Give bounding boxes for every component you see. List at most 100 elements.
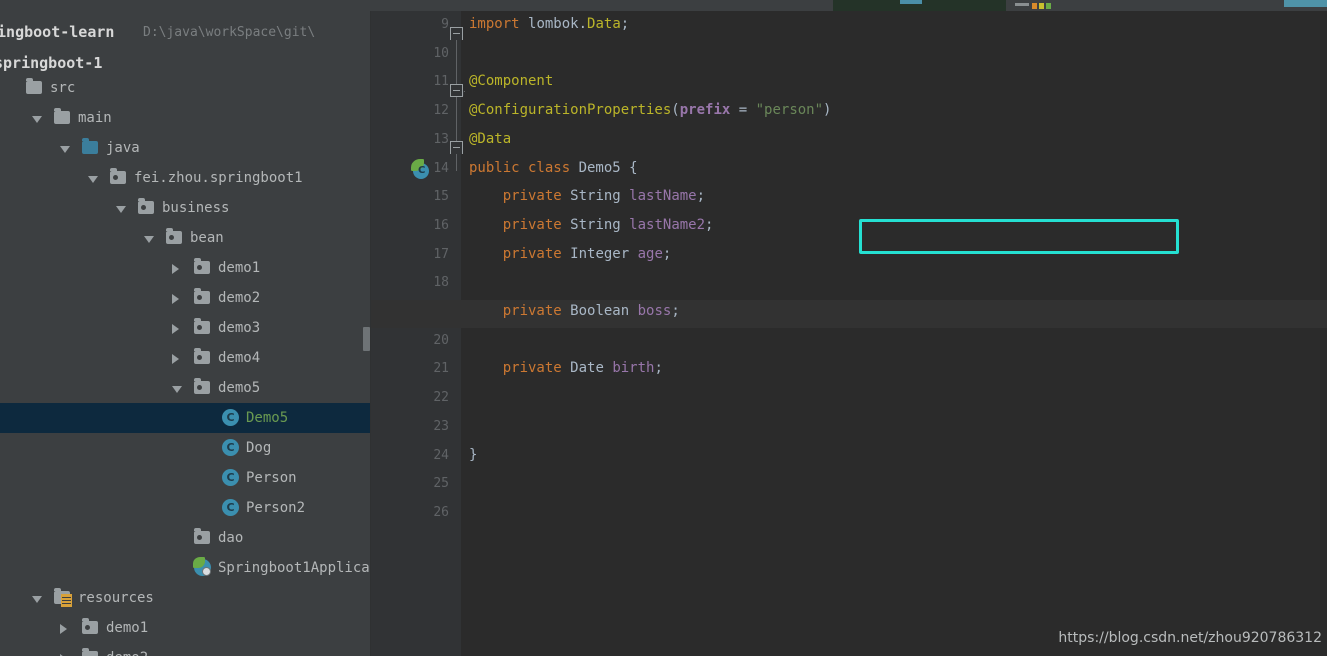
chevron-down-icon[interactable]	[32, 596, 42, 603]
chevron-down-icon[interactable]	[88, 176, 98, 183]
tree-item-label: bean	[190, 230, 224, 246]
code-token: ;	[654, 360, 663, 377]
line-number: 16	[433, 217, 449, 233]
spring-bean-gutter-icon[interactable]	[411, 159, 429, 179]
chevron-down-icon[interactable]	[32, 116, 42, 123]
code-token: Date	[570, 360, 613, 377]
line-number: 21	[433, 361, 449, 377]
project-tree[interactable]: src main java fei.zhou.springboot1 business b…	[0, 73, 371, 656]
code-line[interactable]: private Boolean boss;	[469, 303, 680, 319]
tree-item-main[interactable]: main	[0, 103, 371, 133]
java-class-icon: C	[222, 439, 239, 456]
chevron-down-icon[interactable]	[144, 236, 154, 243]
tree-item-dog[interactable]: C Dog	[0, 433, 371, 463]
tree-item-demo1[interactable]: demo1	[0, 613, 371, 643]
toolbar-gray-marker	[1015, 3, 1029, 6]
line-number: 26	[433, 504, 449, 520]
chevron-right-icon[interactable]	[172, 294, 179, 304]
chevron-down-icon[interactable]	[60, 146, 70, 153]
tree-item-person2[interactable]: C Person2	[0, 493, 371, 523]
folder-icon	[26, 78, 42, 94]
code-line[interactable]: private Date birth;	[469, 360, 663, 376]
code-token: boss	[637, 303, 672, 319]
code-line[interactable]: @ConfigurationProperties(prefix = "perso…	[469, 102, 831, 118]
code-line[interactable]: @Component	[469, 73, 553, 89]
code-line[interactable]: }	[469, 447, 477, 463]
tree-item-demo3[interactable]: demo3	[0, 313, 371, 343]
tree-item-demo5[interactable]: demo5	[0, 373, 371, 403]
package-folder-icon	[110, 168, 126, 184]
package-folder-icon	[82, 618, 98, 634]
editor-code-area[interactable]: import lombok.Data; @Component @Configurat…	[371, 11, 1327, 656]
tree-item-dao[interactable]: dao	[0, 523, 371, 553]
tree-item-springboot1application[interactable]: Springboot1Application	[0, 553, 371, 583]
chevron-down-icon[interactable]	[116, 206, 126, 213]
code-token: ;	[705, 216, 714, 233]
line-number: 25	[433, 476, 449, 492]
code-token: String	[570, 216, 630, 233]
tree-item-resources[interactable]: resources	[0, 583, 371, 613]
tree-item-label: Person2	[246, 500, 306, 516]
project-name[interactable]: ringboot-learn	[0, 23, 114, 41]
code-editor[interactable]: 91011121314151617181920212223242526 impo…	[371, 11, 1327, 656]
tree-item-business[interactable]: business	[0, 193, 371, 223]
line-number: 24	[433, 447, 449, 463]
tree-item-label: demo3	[218, 320, 261, 336]
project-path: D:\java\workSpace\git\	[143, 25, 316, 40]
sidebar-scrollbar-thumb[interactable]	[363, 327, 370, 351]
project-tool-window[interactable]: ringboot-learn D:\java\workSpace\git\ sp…	[0, 11, 371, 656]
package-folder-icon	[138, 198, 154, 214]
chevron-right-icon[interactable]	[60, 624, 67, 634]
code-token: }	[469, 446, 478, 463]
chevron-down-icon[interactable]	[172, 386, 182, 393]
tree-item-bean[interactable]: bean	[0, 223, 371, 253]
tree-item-label: src	[50, 80, 76, 96]
code-line[interactable]: private String lastName;	[469, 188, 705, 204]
code-line[interactable]: import lombok.Data;	[469, 16, 629, 32]
chevron-right-icon[interactable]	[172, 264, 179, 274]
tree-item-src[interactable]: src	[0, 73, 371, 103]
line-number: 10	[433, 45, 449, 61]
code-line[interactable]: private String lastName2;	[469, 216, 714, 233]
code-line[interactable]: @Data	[469, 131, 511, 147]
toolbar-tab-indicator	[900, 0, 922, 4]
tree-item-fei-zhou-springboot1[interactable]: fei.zhou.springboot1	[0, 163, 371, 193]
tree-item-java[interactable]: java	[0, 133, 371, 163]
code-token: @Component	[469, 73, 554, 90]
code-token: "person"	[755, 102, 824, 119]
code-line[interactable]: private Integer age;	[469, 245, 672, 262]
editor-gutter[interactable]: 91011121314151617181920212223242526	[371, 11, 465, 656]
package-folder-icon	[194, 318, 210, 334]
code-token: @ConfigurationProperties	[469, 102, 672, 119]
watermark-url: https://blog.csdn.net/zhou920786312	[1058, 630, 1322, 646]
tree-item-demo4[interactable]: demo4	[0, 343, 371, 373]
tree-item-demo2[interactable]: demo2	[0, 643, 371, 656]
tree-item-person[interactable]: C Person	[0, 463, 371, 493]
tree-item-label: demo1	[218, 260, 261, 276]
line-number: 13	[433, 131, 449, 147]
code-token: private	[502, 360, 571, 377]
project-module-name[interactable]: springboot-1	[0, 54, 102, 72]
toolbar-inspection-segment[interactable]	[1006, 0, 1260, 11]
code-token: private	[502, 216, 571, 233]
tree-item-demo1[interactable]: demo1	[0, 253, 371, 283]
chevron-right-icon[interactable]	[172, 354, 179, 364]
line-number: 15	[433, 189, 449, 205]
chevron-right-icon[interactable]	[172, 324, 179, 334]
code-line[interactable]: public class Demo5 {	[469, 160, 638, 176]
code-token: lastName2	[629, 216, 706, 233]
tree-item-demo2[interactable]: demo2	[0, 283, 371, 313]
code-token: String	[570, 188, 630, 205]
code-token: (	[671, 102, 680, 119]
line-number: 23	[433, 418, 449, 434]
line-number: 18	[433, 275, 449, 291]
code-token: age	[637, 245, 663, 262]
tree-item-demo5[interactable]: C Demo5	[0, 403, 371, 433]
tree-item-label: Dog	[246, 440, 272, 456]
toolbar-teal-segment[interactable]	[1284, 0, 1327, 7]
code-token: lastName	[629, 188, 697, 205]
